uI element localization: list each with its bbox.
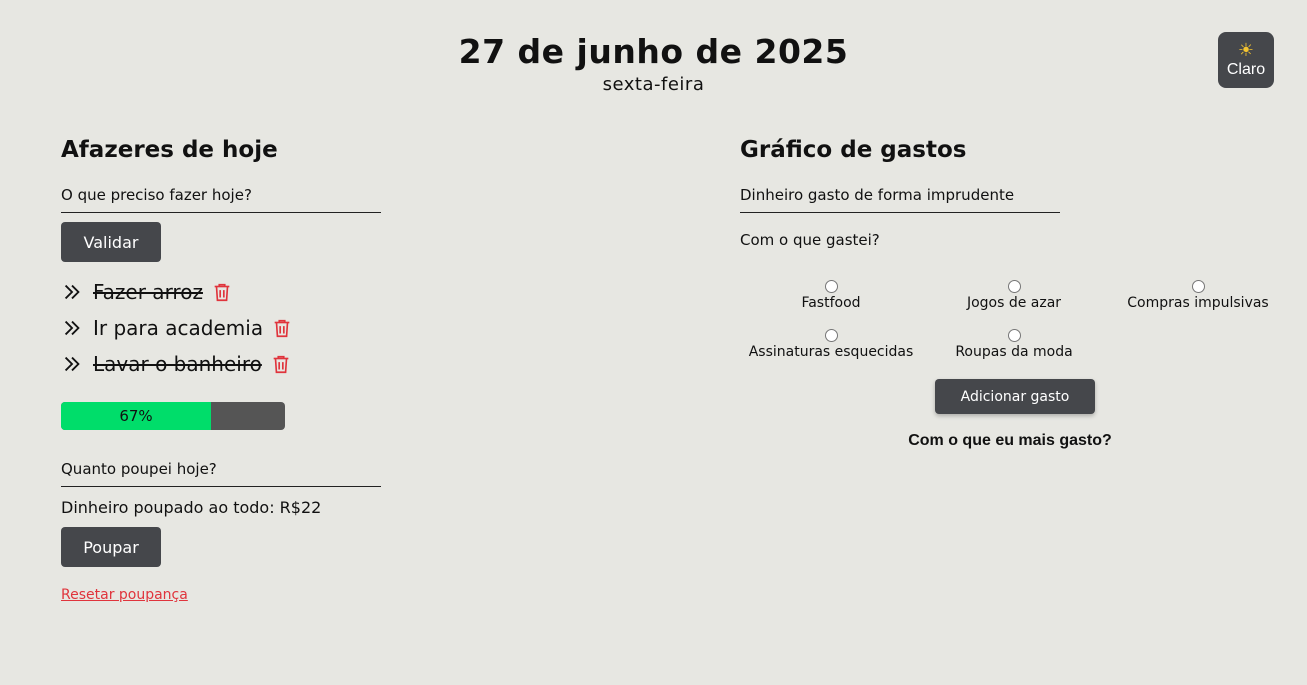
- add-expense-button[interactable]: Adicionar gasto: [935, 379, 1095, 414]
- savings-total: Dinheiro poupado ao todo: R$22: [61, 498, 322, 517]
- radio-jogos-de-azar[interactable]: [1007, 280, 1021, 293]
- expenses-title: Gráfico de gastos: [740, 137, 967, 163]
- trash-icon[interactable]: [271, 317, 293, 339]
- option-assinaturas-esquecidas[interactable]: Assinaturas esquecidas: [741, 329, 921, 360]
- todo-text[interactable]: Lavar o banheiro: [93, 352, 262, 376]
- option-jogos-de-azar[interactable]: Jogos de azar: [924, 280, 1104, 311]
- radio-assinaturas-esquecidas[interactable]: [824, 329, 838, 342]
- double-chevron-right-icon: [64, 320, 80, 336]
- todo-text[interactable]: Ir para academia: [93, 316, 263, 340]
- option-label: Roupas da moda: [955, 344, 1073, 360]
- double-chevron-right-icon: [64, 356, 80, 372]
- option-compras-impulsivas[interactable]: Compras impulsivas: [1108, 280, 1288, 311]
- todo-item: Fazer arroz: [61, 274, 621, 310]
- option-fastfood[interactable]: Fastfood: [741, 280, 921, 311]
- todos-title: Afazeres de hoje: [61, 137, 278, 163]
- reset-savings-link[interactable]: Resetar poupança: [61, 587, 188, 603]
- theme-toggle-label: Claro: [1226, 61, 1266, 78]
- todos-section: Afazeres de hoje Validar Fazer arroz Ir …: [61, 136, 621, 603]
- expense-question: Com o que gastei?: [740, 231, 880, 249]
- radio-roupas-da-moda[interactable]: [1007, 329, 1021, 342]
- todo-input[interactable]: [61, 182, 381, 213]
- expenses-section: Gráfico de gastos Com o que gastei? Fast…: [740, 136, 1280, 449]
- expense-input[interactable]: [740, 182, 1060, 213]
- page-header: 27 de junho de 2025 sexta-feira: [0, 30, 1307, 95]
- option-label: Assinaturas esquecidas: [748, 344, 914, 360]
- todo-item: Ir para academia: [61, 310, 621, 346]
- radio-compras-impulsivas[interactable]: [1191, 280, 1205, 293]
- radio-fastfood[interactable]: [824, 280, 838, 293]
- savings-input[interactable]: [61, 456, 381, 487]
- trash-icon[interactable]: [211, 281, 233, 303]
- save-button[interactable]: Poupar: [61, 527, 161, 567]
- most-spent-title: Com o que eu mais gasto?: [908, 432, 1112, 449]
- todo-list: Fazer arroz Ir para academia Lavar o ban…: [61, 274, 621, 382]
- todo-item: Lavar o banheiro: [61, 346, 621, 382]
- option-label: Compras impulsivas: [1127, 295, 1269, 311]
- todo-text[interactable]: Fazer arroz: [93, 280, 203, 304]
- sun-icon: ☀: [1237, 40, 1255, 60]
- weekday-label: sexta-feira: [602, 74, 705, 95]
- validate-button[interactable]: Validar: [61, 222, 161, 262]
- option-label: Jogos de azar: [966, 295, 1062, 311]
- theme-toggle-button[interactable]: ☀ Claro: [1218, 32, 1274, 88]
- double-chevron-right-icon: [64, 284, 80, 300]
- option-roupas-da-moda[interactable]: Roupas da moda: [924, 329, 1104, 360]
- progress-bar: 67%: [61, 402, 285, 430]
- expense-options: Fastfood Jogos de azar Compras impulsiva…: [740, 280, 1280, 370]
- progress-label: 67%: [119, 407, 153, 425]
- option-label: Fastfood: [801, 295, 861, 311]
- page-title-date: 27 de junho de 2025: [458, 32, 849, 71]
- trash-icon[interactable]: [270, 353, 292, 375]
